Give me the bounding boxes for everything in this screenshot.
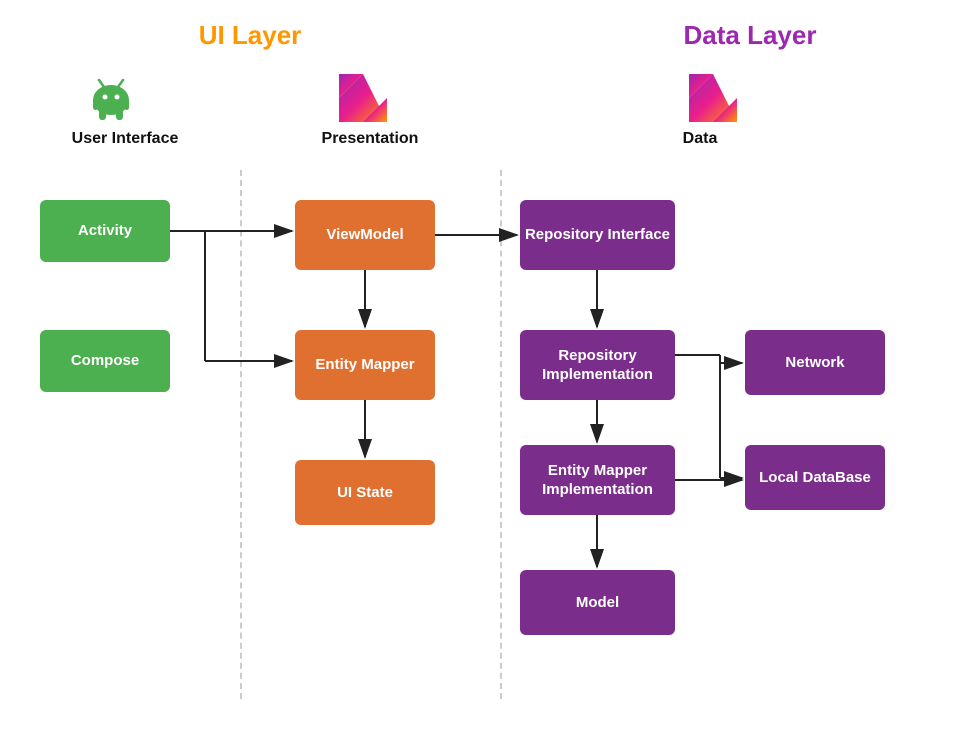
col-user-interface-label: User Interface [60, 130, 190, 148]
network-box: Network [745, 330, 885, 395]
entity-mapper-box: Entity Mapper [295, 330, 435, 400]
android-icon [85, 70, 137, 127]
ui-layer-header: UI Layer [80, 20, 420, 51]
activity-box: Activity [40, 200, 170, 262]
kotlin-icon-data [685, 70, 737, 127]
compose-box: Compose [40, 330, 170, 392]
divider-2 [500, 170, 502, 699]
divider-1 [240, 170, 242, 699]
repository-interface-box: Repository Interface [520, 200, 675, 270]
col-presentation-label: Presentation [300, 130, 440, 148]
kotlin-icon-presentation [335, 70, 387, 127]
entity-mapper-impl-box: Entity Mapper Implementation [520, 445, 675, 515]
diagram-container: UI Layer Data Layer [0, 0, 956, 729]
col-data-label: Data [650, 130, 750, 148]
model-box: Model [520, 570, 675, 635]
ui-state-box: UI State [295, 460, 435, 525]
repository-implementation-box: Repository Implementation [520, 330, 675, 400]
data-layer-header: Data Layer [570, 20, 930, 51]
local-database-box: Local DataBase [745, 445, 885, 510]
viewmodel-box: ViewModel [295, 200, 435, 270]
